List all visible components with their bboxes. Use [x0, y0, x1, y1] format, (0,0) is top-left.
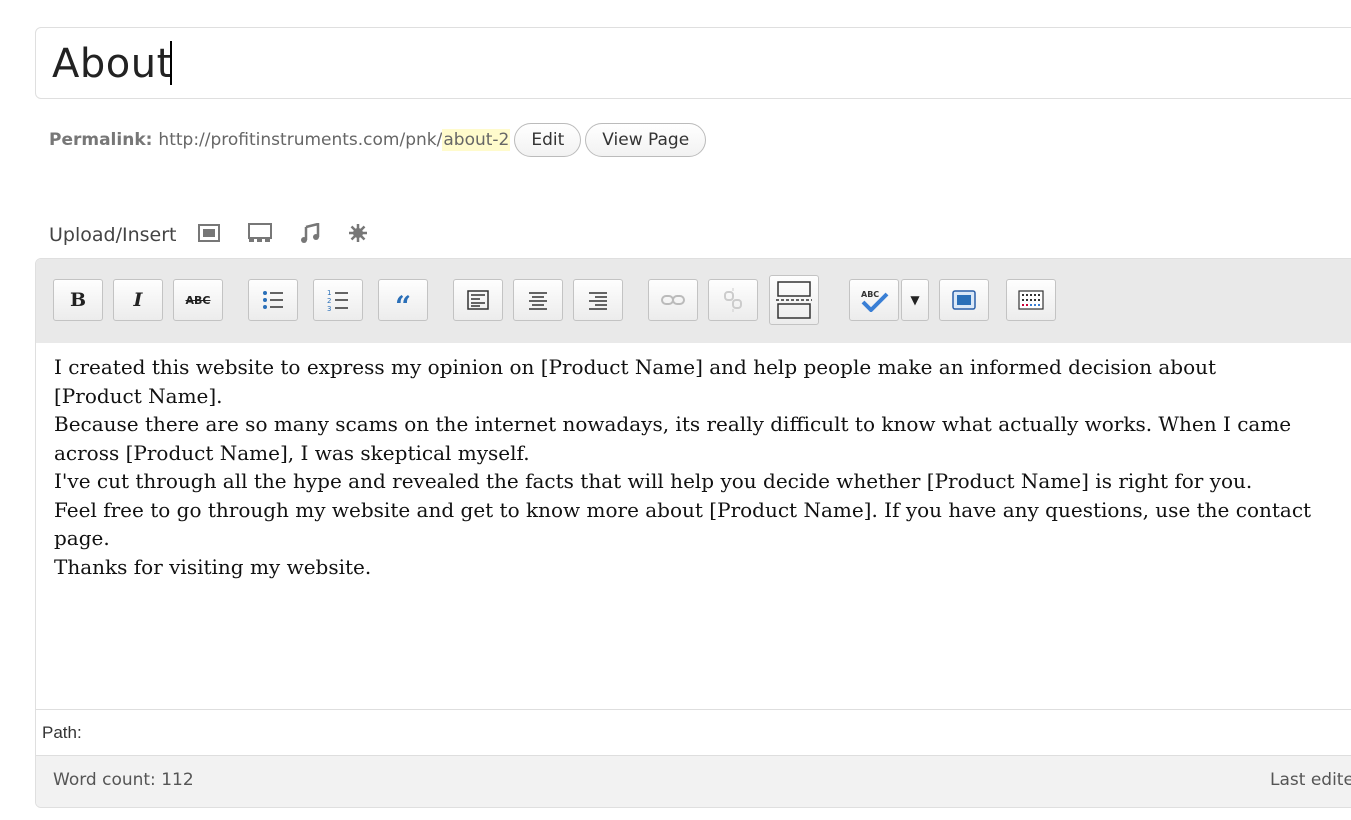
word-count: Word count: 112 [53, 770, 194, 790]
bullet-list-icon [263, 291, 283, 309]
chevron-down-icon: ▼ [910, 293, 920, 307]
content-line: Because there are so many scams on the i… [54, 412, 1292, 436]
content-line: Thanks for visiting my website. [54, 554, 372, 579]
spellcheck-icon: ABC [861, 290, 889, 312]
italic-label: I [133, 289, 143, 311]
svg-text:2: 2 [327, 297, 331, 305]
kitchen-sink-button[interactable] [1006, 279, 1056, 321]
upload-insert-label: Upload/Insert [49, 224, 177, 246]
bold-label: B [69, 289, 87, 311]
numbered-list-button[interactable]: 123 [313, 279, 363, 321]
view-page-button[interactable]: View Page [585, 123, 707, 157]
spellcheck-button[interactable]: ABC [849, 279, 899, 321]
align-left-button[interactable] [453, 279, 503, 321]
content-line: across [Product Name], I was skeptical m… [54, 440, 530, 465]
svg-text:1: 1 [327, 289, 331, 297]
edit-permalink-button[interactable]: Edit [514, 123, 582, 157]
strikethrough-button[interactable]: ABC [173, 279, 223, 321]
align-right-icon [589, 292, 607, 310]
content-line: page. [54, 526, 110, 550]
title-input[interactable]: About [35, 27, 1351, 99]
status-bar: Word count: 112 Last edited [36, 755, 1351, 807]
editor-text: I created this website to express my opi… [54, 353, 1351, 581]
more-tag-icon [776, 281, 812, 319]
content-line: Feel free to go through my website and g… [54, 497, 1312, 522]
align-center-button[interactable] [513, 279, 563, 321]
fullscreen-icon [952, 290, 976, 310]
svg-text:ABC: ABC [861, 290, 879, 299]
content-line: [Product Name]. [54, 383, 223, 408]
spellcheck-dropdown-button[interactable]: ▼ [901, 279, 929, 321]
upload-insert-row: Upload/Insert [49, 218, 396, 252]
title-text: About [52, 38, 173, 90]
permalink-base-url: http://profitinstruments.com/pnk/ [158, 130, 443, 150]
italic-button[interactable]: I [113, 279, 163, 321]
kitchen-sink-icon [1018, 290, 1044, 310]
bold-button[interactable]: B [53, 279, 103, 321]
image-icon[interactable] [198, 223, 221, 247]
blockquote-button[interactable]: “ [378, 279, 428, 323]
permalink-row: Permalink: http://profitinstruments.com/… [49, 122, 707, 158]
audio-icon[interactable] [300, 221, 320, 248]
unlink-icon [724, 288, 742, 312]
unlink-button[interactable] [708, 279, 758, 321]
align-right-button[interactable] [573, 279, 623, 321]
blockquote-icon: “ [394, 289, 412, 323]
insert-link-button[interactable] [648, 279, 698, 321]
last-edited: Last edited [1270, 770, 1351, 790]
path-bar: Path: [36, 709, 1351, 755]
permalink-label: Permalink: [49, 130, 153, 150]
strikethrough-label: ABC [185, 293, 211, 307]
bullet-list-button[interactable] [248, 279, 298, 321]
path-label: Path: [42, 723, 82, 742]
content-line: I've cut through all the hype and reveal… [54, 469, 1253, 493]
content-line: I created this website to express my opi… [54, 355, 1217, 379]
editor-content-area[interactable]: I created this website to express my opi… [36, 343, 1351, 709]
fullscreen-button[interactable] [939, 279, 989, 321]
editor-toolbar: B I ABC 123 “ ABC ▼ [36, 259, 1351, 344]
insert-more-tag-button[interactable] [769, 275, 819, 325]
align-center-icon [529, 292, 547, 310]
title-value: About [52, 41, 173, 87]
link-icon [661, 295, 685, 305]
svg-text:3: 3 [327, 305, 331, 312]
gallery-icon[interactable] [248, 222, 273, 248]
numbered-list-icon: 123 [327, 289, 348, 312]
text-caret [169, 41, 172, 85]
align-left-icon [467, 290, 489, 310]
permalink-slug[interactable]: about-2 [442, 129, 511, 151]
media-icon[interactable] [348, 223, 368, 248]
post-editor: B I ABC 123 “ ABC ▼ I created this websi… [35, 258, 1351, 808]
